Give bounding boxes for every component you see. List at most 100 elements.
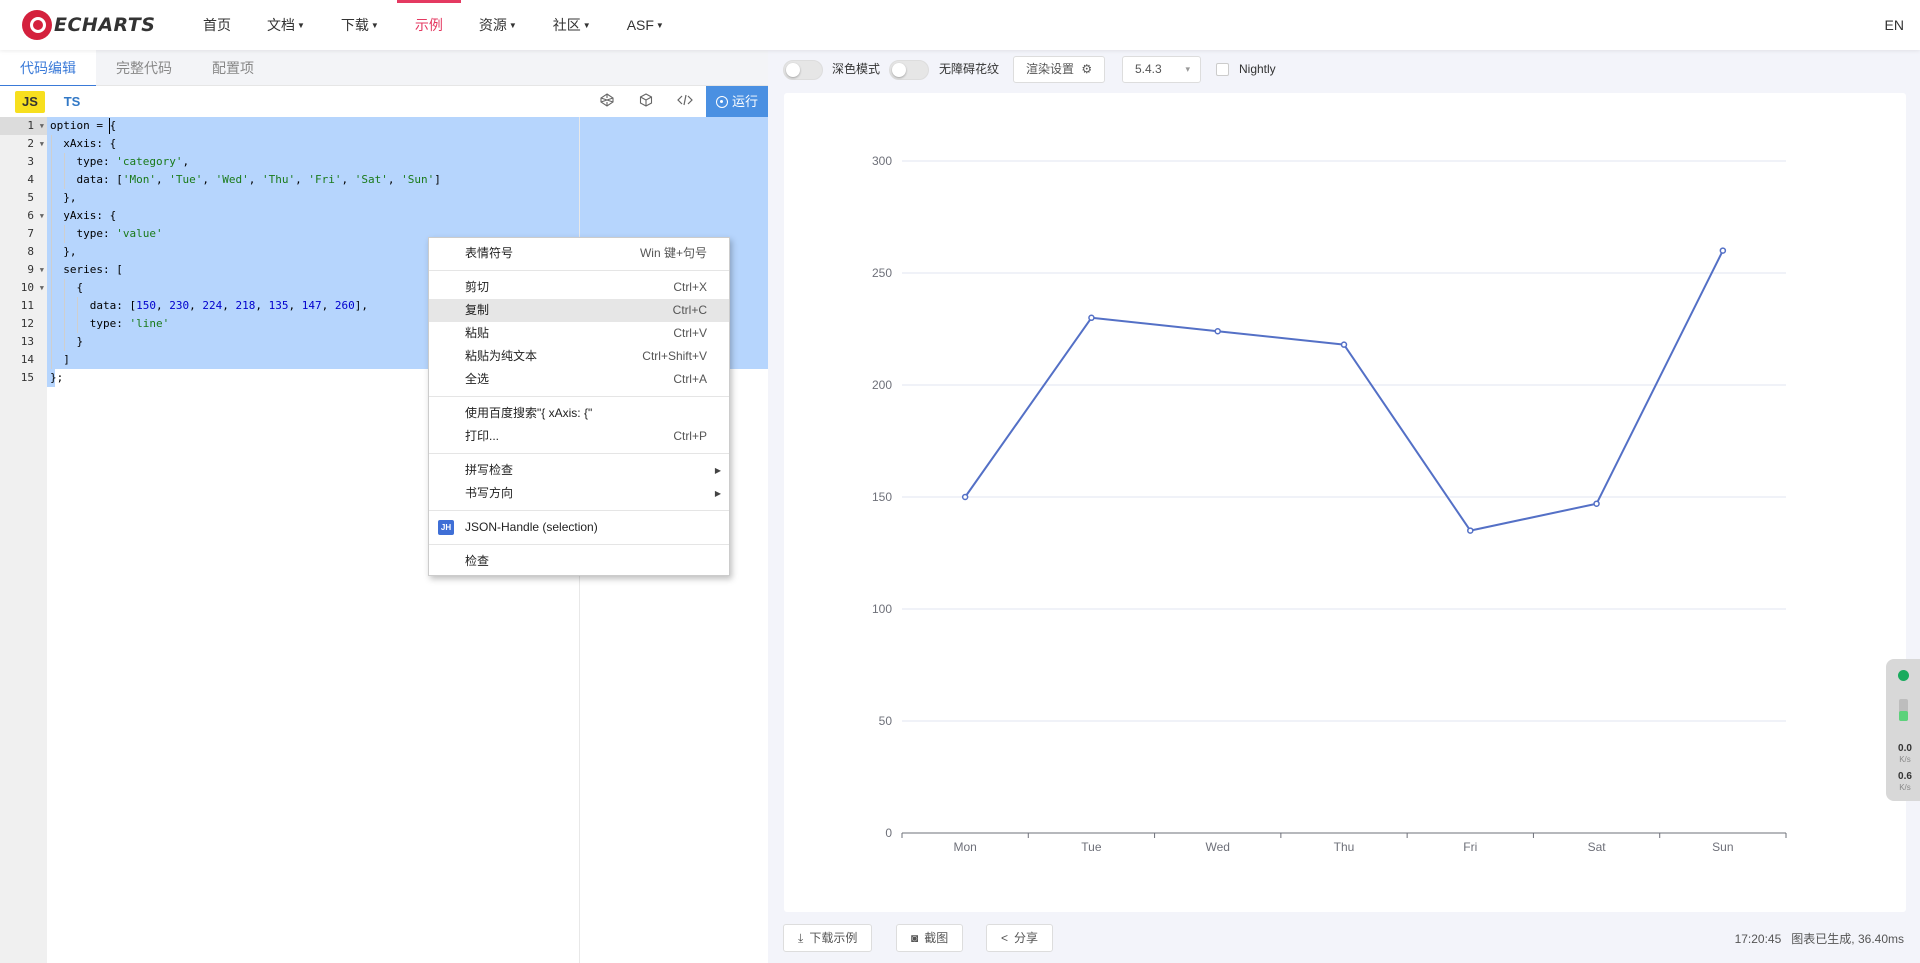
menu-item-label: 打印... [465, 429, 500, 443]
version-select[interactable]: 5.4.3 ▾ [1122, 56, 1201, 83]
render-settings-button[interactable]: 渲染设置 ⚙ [1013, 56, 1106, 83]
context-menu-item[interactable]: 粘贴 Ctrl+V [429, 322, 729, 345]
x-tick-label: Tue [1081, 840, 1102, 854]
nav-item-label: 文档 [267, 17, 295, 33]
fold-arrow-icon[interactable]: ▼ [40, 261, 44, 279]
line-chart[interactable]: 0 50 100 150 200 250 300 Mon Tue Wed Thu Fri Sat Sun [784, 93, 1906, 912]
nav-item-5[interactable]: 社区 ▼ [535, 0, 609, 50]
context-menu-item[interactable]: 使用百度搜索"{ xAxis: {" [429, 402, 729, 425]
fold-arrow-icon[interactable]: ▼ [40, 207, 44, 225]
nightly-checkbox[interactable] [1216, 63, 1229, 76]
render-settings-label: 渲染设置 [1026, 62, 1075, 76]
indent-guide [51, 135, 52, 153]
fold-arrow-icon[interactable]: ▼ [40, 279, 44, 297]
context-menu-item[interactable]: 粘贴为纯文本 Ctrl+Shift+V [429, 345, 729, 368]
network-speed-widget[interactable]: 0.0 K/s 0.6 K/s [1886, 659, 1920, 801]
menu-item-shortcut: Ctrl+A [673, 372, 707, 386]
line-number: 1 ▼ [0, 117, 47, 135]
context-menu-item[interactable]: 全选 Ctrl+A [429, 368, 729, 391]
language-switch[interactable]: EN [1885, 0, 1904, 50]
code-line: data: ['Mon', 'Tue', 'Wed', 'Thu', 'Fri'… [50, 173, 441, 186]
x-tick-label: Sat [1588, 840, 1607, 854]
indent-guide [64, 297, 66, 315]
data-point [1467, 527, 1474, 534]
echarts-logo[interactable]: ECHARTS [22, 10, 155, 40]
menu-item-shortcut: Win 键+句号 [639, 246, 707, 260]
aria-pattern-toggle[interactable] [889, 60, 929, 80]
context-menu-item[interactable]: 表情符号 Win 键+句号 [429, 242, 729, 265]
code-line: type: 'line' [50, 317, 170, 330]
context-menu-item[interactable]: 拼写检查 ▶ [429, 459, 729, 482]
code-line: }; [50, 371, 64, 384]
logo-text: ECHARTS [54, 14, 156, 36]
ts-button[interactable]: TS [60, 91, 84, 113]
caret-down-icon: ▼ [508, 21, 517, 31]
context-menu-item[interactable]: 复制 Ctrl+C [429, 299, 729, 322]
code-line: data: [150, 230, 224, 218, 135, 147, 260… [50, 299, 368, 312]
menu-item-shortcut: Ctrl+C [672, 303, 707, 317]
code-line: }, [50, 191, 77, 204]
screenshot-button[interactable]: ◙ 截图 [896, 924, 964, 952]
codepen-icon[interactable] [597, 92, 617, 112]
dark-mode-toggle[interactable] [783, 60, 823, 80]
context-menu-item[interactable]: 检查 [429, 550, 729, 573]
run-button[interactable]: 运行 [706, 86, 768, 117]
caret-down-icon: ▼ [655, 21, 664, 31]
dark-mode-label: 深色模式 [832, 62, 881, 76]
fold-arrow-icon[interactable]: ▼ [40, 135, 44, 153]
camera-icon: ◙ [911, 931, 919, 945]
run-label: 运行 [731, 94, 758, 109]
share-button[interactable]: < 分享 [986, 924, 1054, 952]
codesandbox-icon[interactable] [636, 92, 656, 112]
line-number: 14 [20, 353, 34, 366]
menu-item-label: 粘贴 [465, 326, 490, 340]
context-menu-item[interactable]: 打印... Ctrl+P [429, 425, 729, 448]
menu-item-shortcut: Ctrl+V [673, 326, 707, 340]
context-menu-item[interactable]: JH JSON-Handle (selection) [429, 516, 729, 539]
render-time: 17:20:45 [1734, 932, 1782, 946]
nav-item-4[interactable]: 资源 ▼ [461, 0, 535, 50]
nav-item-3[interactable]: 示例 [396, 0, 461, 50]
context-menu-item[interactable]: 书写方向 ▶ [429, 482, 729, 505]
download-example-button[interactable]: ⤓ 下载示例 [783, 924, 873, 952]
menu-item-label: 粘贴为纯文本 [465, 349, 538, 363]
x-tick-label: Sun [1712, 840, 1733, 854]
context-menu: 表情符号 Win 键+句号剪切 Ctrl+X 复制 Ctrl+C 粘贴 Ctrl+V 粘贴为纯… [428, 237, 730, 576]
menu-item-label: 表情符号 [465, 246, 514, 260]
editor-tab-0[interactable]: 代码编辑 [0, 50, 96, 87]
render-status: 17:20:45 图表已生成, 36.40ms [1735, 922, 1904, 956]
nav-item-6[interactable]: ASF ▼ [609, 0, 682, 50]
menu-separator [429, 396, 729, 397]
indent-guide [51, 351, 52, 369]
language-bar: JS TS 运行 [0, 86, 768, 117]
bottom-bar: ⤓ 下载示例 ◙ 截图 < 分享 17:20:45 图表已生成, 36.40ms [769, 922, 1920, 956]
fold-arrow-icon[interactable]: ▼ [40, 117, 44, 135]
editor-tab-1[interactable]: 完整代码 [96, 50, 192, 86]
indent-guide [51, 261, 52, 279]
status-dot-icon [1898, 670, 1909, 681]
line-number: 15 [20, 371, 34, 384]
indent-guide [51, 297, 52, 315]
embed-code-icon[interactable] [675, 92, 695, 112]
context-menu-item[interactable]: 剪切 Ctrl+X [429, 276, 729, 299]
code-line: } [50, 335, 84, 348]
render-status-text: 图表已生成, 36.40ms [1791, 932, 1904, 946]
x-tick-label: Fri [1463, 840, 1477, 854]
indent-guide [77, 297, 79, 315]
editor-tab-2[interactable]: 配置项 [192, 50, 274, 86]
nav-item-label: 资源 [478, 17, 507, 33]
nav-item-2[interactable]: 下载 ▼ [323, 0, 397, 50]
indent-guide [51, 333, 52, 351]
line-number: 12 [20, 317, 34, 330]
download-unit: K/s [1899, 783, 1911, 792]
y-tick-label: 200 [872, 378, 892, 392]
share-icon: < [1001, 931, 1009, 945]
preview-toolbar: 深色模式 无障碍花纹 渲染设置 ⚙ 5.4.3 ▾ Nightly [769, 50, 1920, 88]
share-label: 分享 [1014, 931, 1039, 945]
nav-item-0[interactable]: 首页 [185, 0, 249, 50]
js-button[interactable]: JS [15, 91, 45, 113]
nav-items: 首页 文档 ▼ 下载 ▼ 示例 资源 ▼ 社区 ▼ ASF ▼ [185, 0, 682, 50]
nav-item-1[interactable]: 文档 ▼ [249, 0, 323, 50]
indent-guide [51, 279, 52, 297]
echarts-logo-icon [22, 10, 52, 40]
